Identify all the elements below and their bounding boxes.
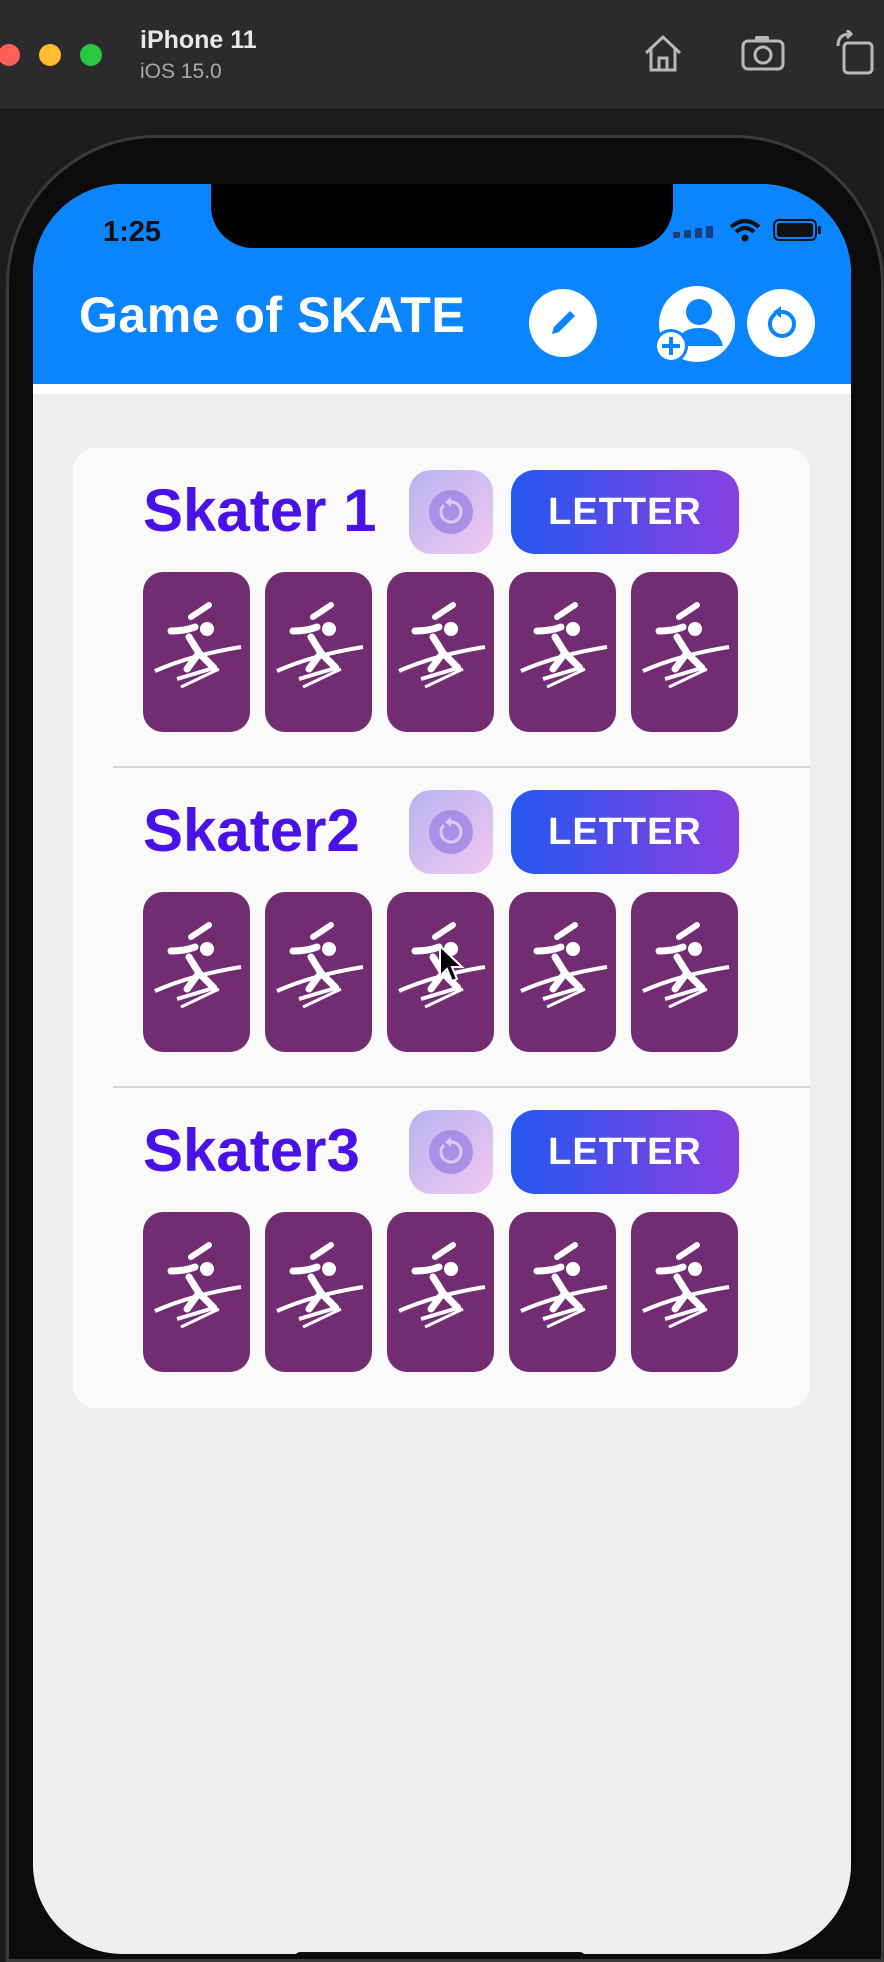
skater-name: Skater3	[143, 1117, 360, 1184]
skateboarder-icon	[153, 922, 241, 1009]
skateboarder-icon	[275, 1242, 363, 1329]
skater-row: Skater3 LETTER	[73, 1088, 810, 1408]
letter-tile[interactable]	[631, 892, 738, 1052]
letter-tile[interactable]	[387, 572, 494, 732]
skateboarder-icon	[153, 1242, 241, 1329]
letter-button[interactable]: LETTER	[511, 1110, 739, 1194]
letter-tiles	[143, 572, 738, 732]
rotate-icon[interactable]	[832, 28, 878, 76]
reset-all-button[interactable]	[747, 289, 815, 357]
skater-name: Skater2	[143, 797, 360, 864]
signal-icon	[673, 226, 713, 238]
letter-tile[interactable]	[509, 1212, 616, 1372]
home-icon[interactable]	[640, 30, 686, 76]
mouse-cursor-icon	[439, 944, 464, 983]
skaters-card: Skater 1 LETTER Skater2 LETTER Skater3 L…	[73, 448, 810, 1408]
skateboarder-icon	[641, 922, 729, 1009]
letter-tile[interactable]	[631, 1212, 738, 1372]
undo-letter-button[interactable]	[409, 790, 493, 874]
skateboarder-icon	[153, 602, 241, 689]
letter-tile[interactable]	[631, 572, 738, 732]
skateboarder-icon	[641, 602, 729, 689]
minimize-window-button[interactable]	[39, 44, 61, 66]
zoom-window-button[interactable]	[80, 44, 102, 66]
header-separator	[33, 384, 851, 394]
app-header: 1:25 Game of SKATE	[33, 184, 851, 384]
letter-tile[interactable]	[387, 1212, 494, 1372]
skateboarder-icon	[519, 1242, 607, 1329]
status-time: 1:25	[103, 216, 162, 248]
skateboarder-icon	[275, 922, 363, 1009]
skater-row: Skater 1 LETTER	[73, 448, 810, 768]
undo-letter-button[interactable]	[409, 470, 493, 554]
pencil-icon	[552, 311, 575, 334]
letter-tile[interactable]	[265, 892, 372, 1052]
skateboarder-icon	[397, 602, 485, 689]
skater-name: Skater 1	[143, 477, 377, 544]
edit-button[interactable]	[529, 289, 597, 357]
notch	[211, 184, 673, 248]
letter-tiles	[143, 1212, 738, 1372]
reset-icon	[768, 306, 796, 338]
undo-icon	[429, 810, 473, 854]
page-title: Game of SKATE	[79, 287, 466, 343]
os-version: iOS 15.0	[140, 60, 222, 83]
letter-tile[interactable]	[265, 572, 372, 732]
letter-tile[interactable]	[143, 892, 250, 1052]
letter-tile[interactable]	[509, 892, 616, 1052]
undo-icon	[429, 490, 473, 534]
letter-tile[interactable]	[143, 1212, 250, 1372]
simulator-titlebar: iPhone 11 iOS 15.0	[0, 0, 884, 110]
skateboarder-icon	[641, 1242, 729, 1329]
add-player-button[interactable]	[653, 284, 737, 366]
status-icons	[673, 218, 823, 242]
device-name: iPhone 11	[140, 26, 257, 54]
letter-button[interactable]: LETTER	[511, 470, 739, 554]
letter-tile[interactable]	[143, 572, 250, 732]
home-indicator	[295, 1952, 585, 1954]
undo-letter-button[interactable]	[409, 1110, 493, 1194]
letter-tile[interactable]	[265, 1212, 372, 1372]
add-player-icon	[654, 286, 735, 363]
wifi-icon	[729, 219, 761, 242]
skateboarder-icon	[275, 602, 363, 689]
skateboarder-icon	[519, 602, 607, 689]
phone-screen: 1:25 Game of SKATE Skater 1 LETTER Skate…	[33, 184, 851, 1954]
skateboarder-icon	[519, 922, 607, 1009]
letter-button[interactable]: LETTER	[511, 790, 739, 874]
close-window-button[interactable]	[0, 44, 20, 66]
battery-icon	[773, 219, 821, 241]
screenshot-icon[interactable]	[740, 30, 786, 76]
letter-tile[interactable]	[509, 572, 616, 732]
undo-icon	[429, 1130, 473, 1174]
skateboarder-icon	[397, 1242, 485, 1329]
skater-row: Skater2 LETTER	[73, 768, 810, 1088]
